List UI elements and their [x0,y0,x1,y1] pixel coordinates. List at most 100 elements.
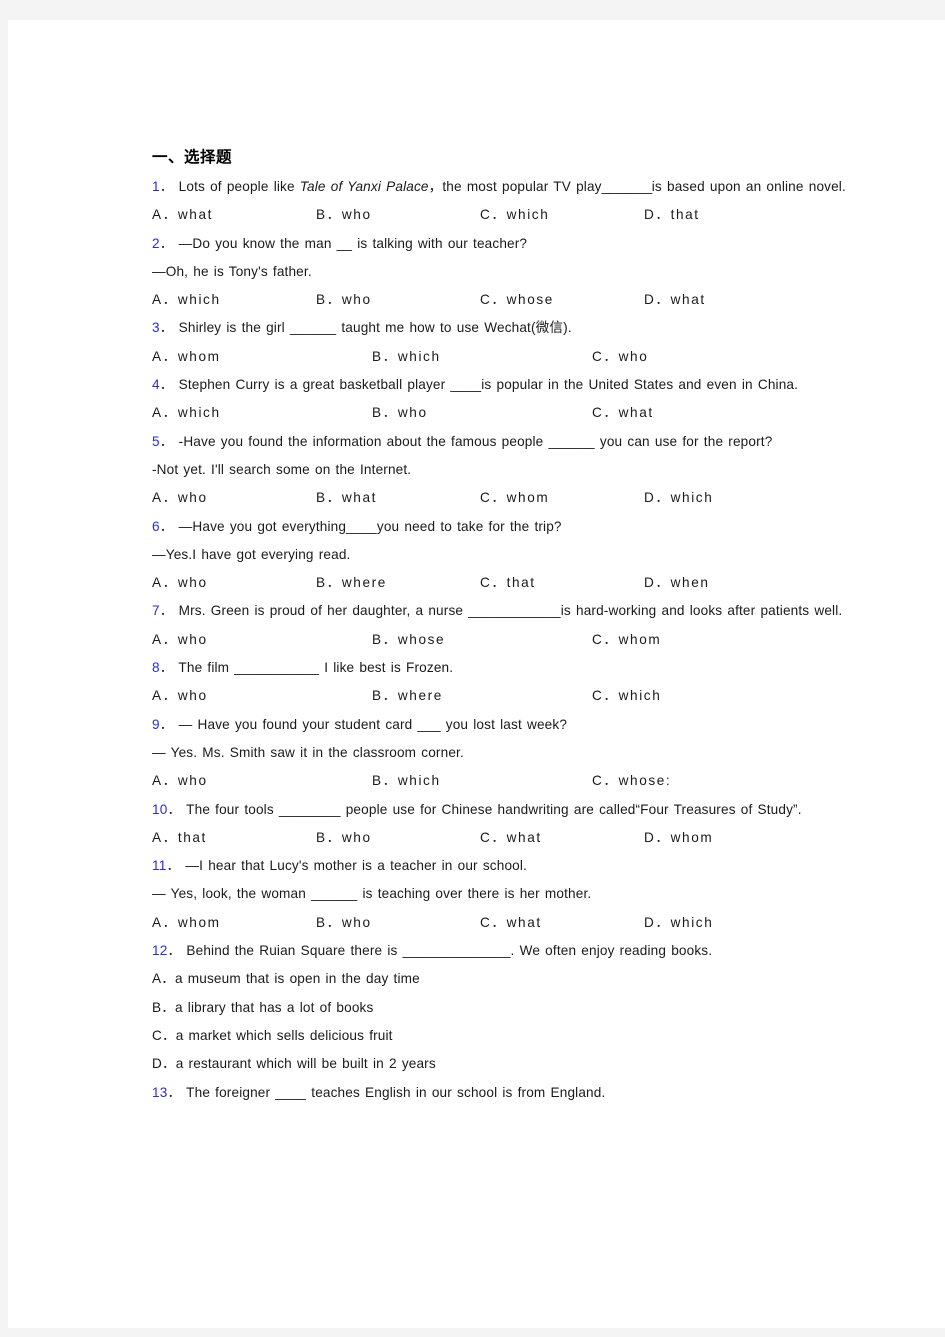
question-4-option-c[interactable]: C．what [592,399,654,427]
question-5-option-d[interactable]: D．which [644,484,713,512]
question-7-number: 7 [152,603,160,619]
question-5-stem-line2: -Not yet. I'll search some on the Intern… [152,461,412,477]
question-4-option-b[interactable]: B．who [372,399,592,427]
question-8-stem: 8． The film ___________ I like best is F… [152,654,852,682]
question-11: 11． —I hear that Lucy's mother is a teac… [152,852,852,937]
question-10-options: A．that B．who C．what D．whom [152,824,852,852]
question-8-options: A．who B．where C．which [152,682,852,710]
question-9-option-c[interactable]: C．whose: [592,767,671,795]
question-3-stem-text: Shirley is the girl ______ taught me how… [178,320,572,336]
question-6-option-c[interactable]: C．that [480,569,644,597]
question-7-dot: ． [159,603,174,619]
question-10-option-d[interactable]: D．whom [644,824,713,852]
question-4-options: A．which B．who C．what [152,399,852,427]
question-4-number: 4 [152,377,160,393]
question-1-stem-italic: Tale of Yanxi Palace [299,179,429,194]
question-10-option-c[interactable]: C．what [480,824,644,852]
question-10-stem: 10． The four tools ________ people use f… [152,796,852,824]
question-2-stem: 2． —Do you know the man __ is talking wi… [152,230,852,258]
question-5-option-b[interactable]: B．what [316,484,480,512]
question-12-option-a[interactable]: A．a museum that is open in the day time [152,965,852,993]
question-2-option-a[interactable]: A．which [152,286,316,314]
question-1-option-d[interactable]: D．that [644,201,700,229]
question-6-options: A．who B．where C．that D．when [152,569,852,597]
question-3-option-a[interactable]: A．whom [152,343,372,371]
question-1-stem-a: Lots of people like [178,179,300,194]
question-4-option-a[interactable]: A．which [152,399,372,427]
section-heading: 一、选择题 [152,149,233,166]
question-11-option-d[interactable]: D．which [644,909,713,937]
question-2-option-c[interactable]: C．whose [480,286,644,314]
question-10-option-a[interactable]: A．that [152,824,316,852]
question-11-option-b[interactable]: B．who [316,909,480,937]
question-1-stem: 1． Lots of people like Tale of Yanxi Pal… [152,173,852,201]
question-8-option-c[interactable]: C．which [592,682,661,710]
question-2-option-d[interactable]: D．what [644,286,706,314]
question-9-option-b[interactable]: B．which [372,767,592,795]
question-11-dot: ． [166,858,181,874]
question-10-stem-text: The four tools ________ people use for C… [186,801,802,817]
question-7-option-c[interactable]: C．whom [592,626,661,654]
question-11-option-c[interactable]: C．what [480,909,644,937]
question-7-stem-text: Mrs. Green is proud of her daughter, a n… [178,603,843,619]
question-10-number: 10 [152,801,168,817]
question-12: 12． Behind the Ruian Square there is ___… [152,937,852,1078]
question-6-option-a[interactable]: A．who [152,569,316,597]
question-12-number: 12 [152,943,168,959]
question-3-option-b[interactable]: B．which [372,343,592,371]
question-10-option-b[interactable]: B．who [316,824,480,852]
question-11-stem: 11． —I hear that Lucy's mother is a teac… [152,852,852,880]
question-5-option-c[interactable]: C．whom [480,484,644,512]
question-1-option-b[interactable]: B．who [316,201,480,229]
document-page: 一、选择题 1． Lots of people like Tale of Yan… [8,20,945,1328]
question-2-options: A．which B．who C．whose D．what [152,286,852,314]
question-13-stem: 13． The foreigner ____ teaches English i… [152,1079,852,1107]
question-12-option-c[interactable]: C．a market which sells delicious fruit [152,1022,852,1050]
question-1-stem-c: is based upon an online novel. [651,179,846,194]
question-11-stem-line2: — Yes, look, the woman ______ is teachin… [152,886,592,902]
question-1-option-c[interactable]: C．which [480,201,644,229]
question-5-option-a[interactable]: A．who [152,484,316,512]
question-12-dot: ． [167,943,182,959]
question-9-stem: 9． — Have you found your student card __… [152,711,852,739]
question-11-number: 11 [152,858,167,874]
question-6-option-d[interactable]: D．when [644,569,710,597]
question-13: 13． The foreigner ____ teaches English i… [152,1079,852,1107]
question-9-stem-line2: — Yes. Ms. Smith saw it in the classroom… [152,744,464,760]
question-9-stem-text: — Have you found your student card ___ y… [178,716,568,732]
question-3-number: 3 [152,320,160,336]
question-3: 3． Shirley is the girl ______ taught me … [152,314,852,371]
question-8-option-b[interactable]: B．where [372,682,592,710]
question-10: 10． The four tools ________ people use f… [152,796,852,853]
question-8-stem-text: The film ___________ I like best is Froz… [178,660,454,676]
question-2-dot: ． [159,235,174,251]
question-3-stem: 3． Shirley is the girl ______ taught me … [152,314,852,342]
question-11-options: A．whom B．who C．what D．which [152,909,852,937]
question-5-number: 5 [152,433,160,449]
question-2-stem-text: —Do you know the man __ is talking with … [178,235,528,251]
question-12-option-d[interactable]: D．a restaurant which will be built in 2 … [152,1050,852,1078]
question-11-option-a[interactable]: A．whom [152,909,316,937]
question-1-number: 1 [152,179,160,194]
question-7-stem: 7． Mrs. Green is proud of her daughter, … [152,597,852,625]
question-1-dot: ． [159,179,174,194]
question-7-option-b[interactable]: B．whose [372,626,592,654]
question-11-stem-text: —I hear that Lucy's mother is a teacher … [185,858,527,874]
question-2-option-b[interactable]: B．who [316,286,480,314]
question-8-option-a[interactable]: A．who [152,682,372,710]
question-6-stem: 6． —Have you got everything____you need … [152,513,852,541]
question-4-stem-text: Stephen Curry is a great basketball play… [178,377,799,393]
question-3-option-c[interactable]: C．who [592,343,648,371]
question-4: 4． Stephen Curry is a great basketball p… [152,371,852,428]
question-13-stem-text: The foreigner ____ teaches English in ou… [186,1084,606,1100]
question-12-option-b[interactable]: B．a library that has a lot of books [152,994,852,1022]
question-1-option-a[interactable]: A．what [152,201,316,229]
question-1: 1． Lots of people like Tale of Yanxi Pal… [152,173,852,230]
question-9-option-a[interactable]: A．who [152,767,372,795]
question-7-option-a[interactable]: A．who [152,626,372,654]
question-7-options: A．who B．whose C．whom [152,626,852,654]
question-6-option-b[interactable]: B．where [316,569,480,597]
question-12-stem: 12． Behind the Ruian Square there is ___… [152,937,852,965]
question-1-blank: _______ [601,179,653,194]
worksheet-content: 一、选择题 1． Lots of people like Tale of Yan… [152,144,852,1107]
